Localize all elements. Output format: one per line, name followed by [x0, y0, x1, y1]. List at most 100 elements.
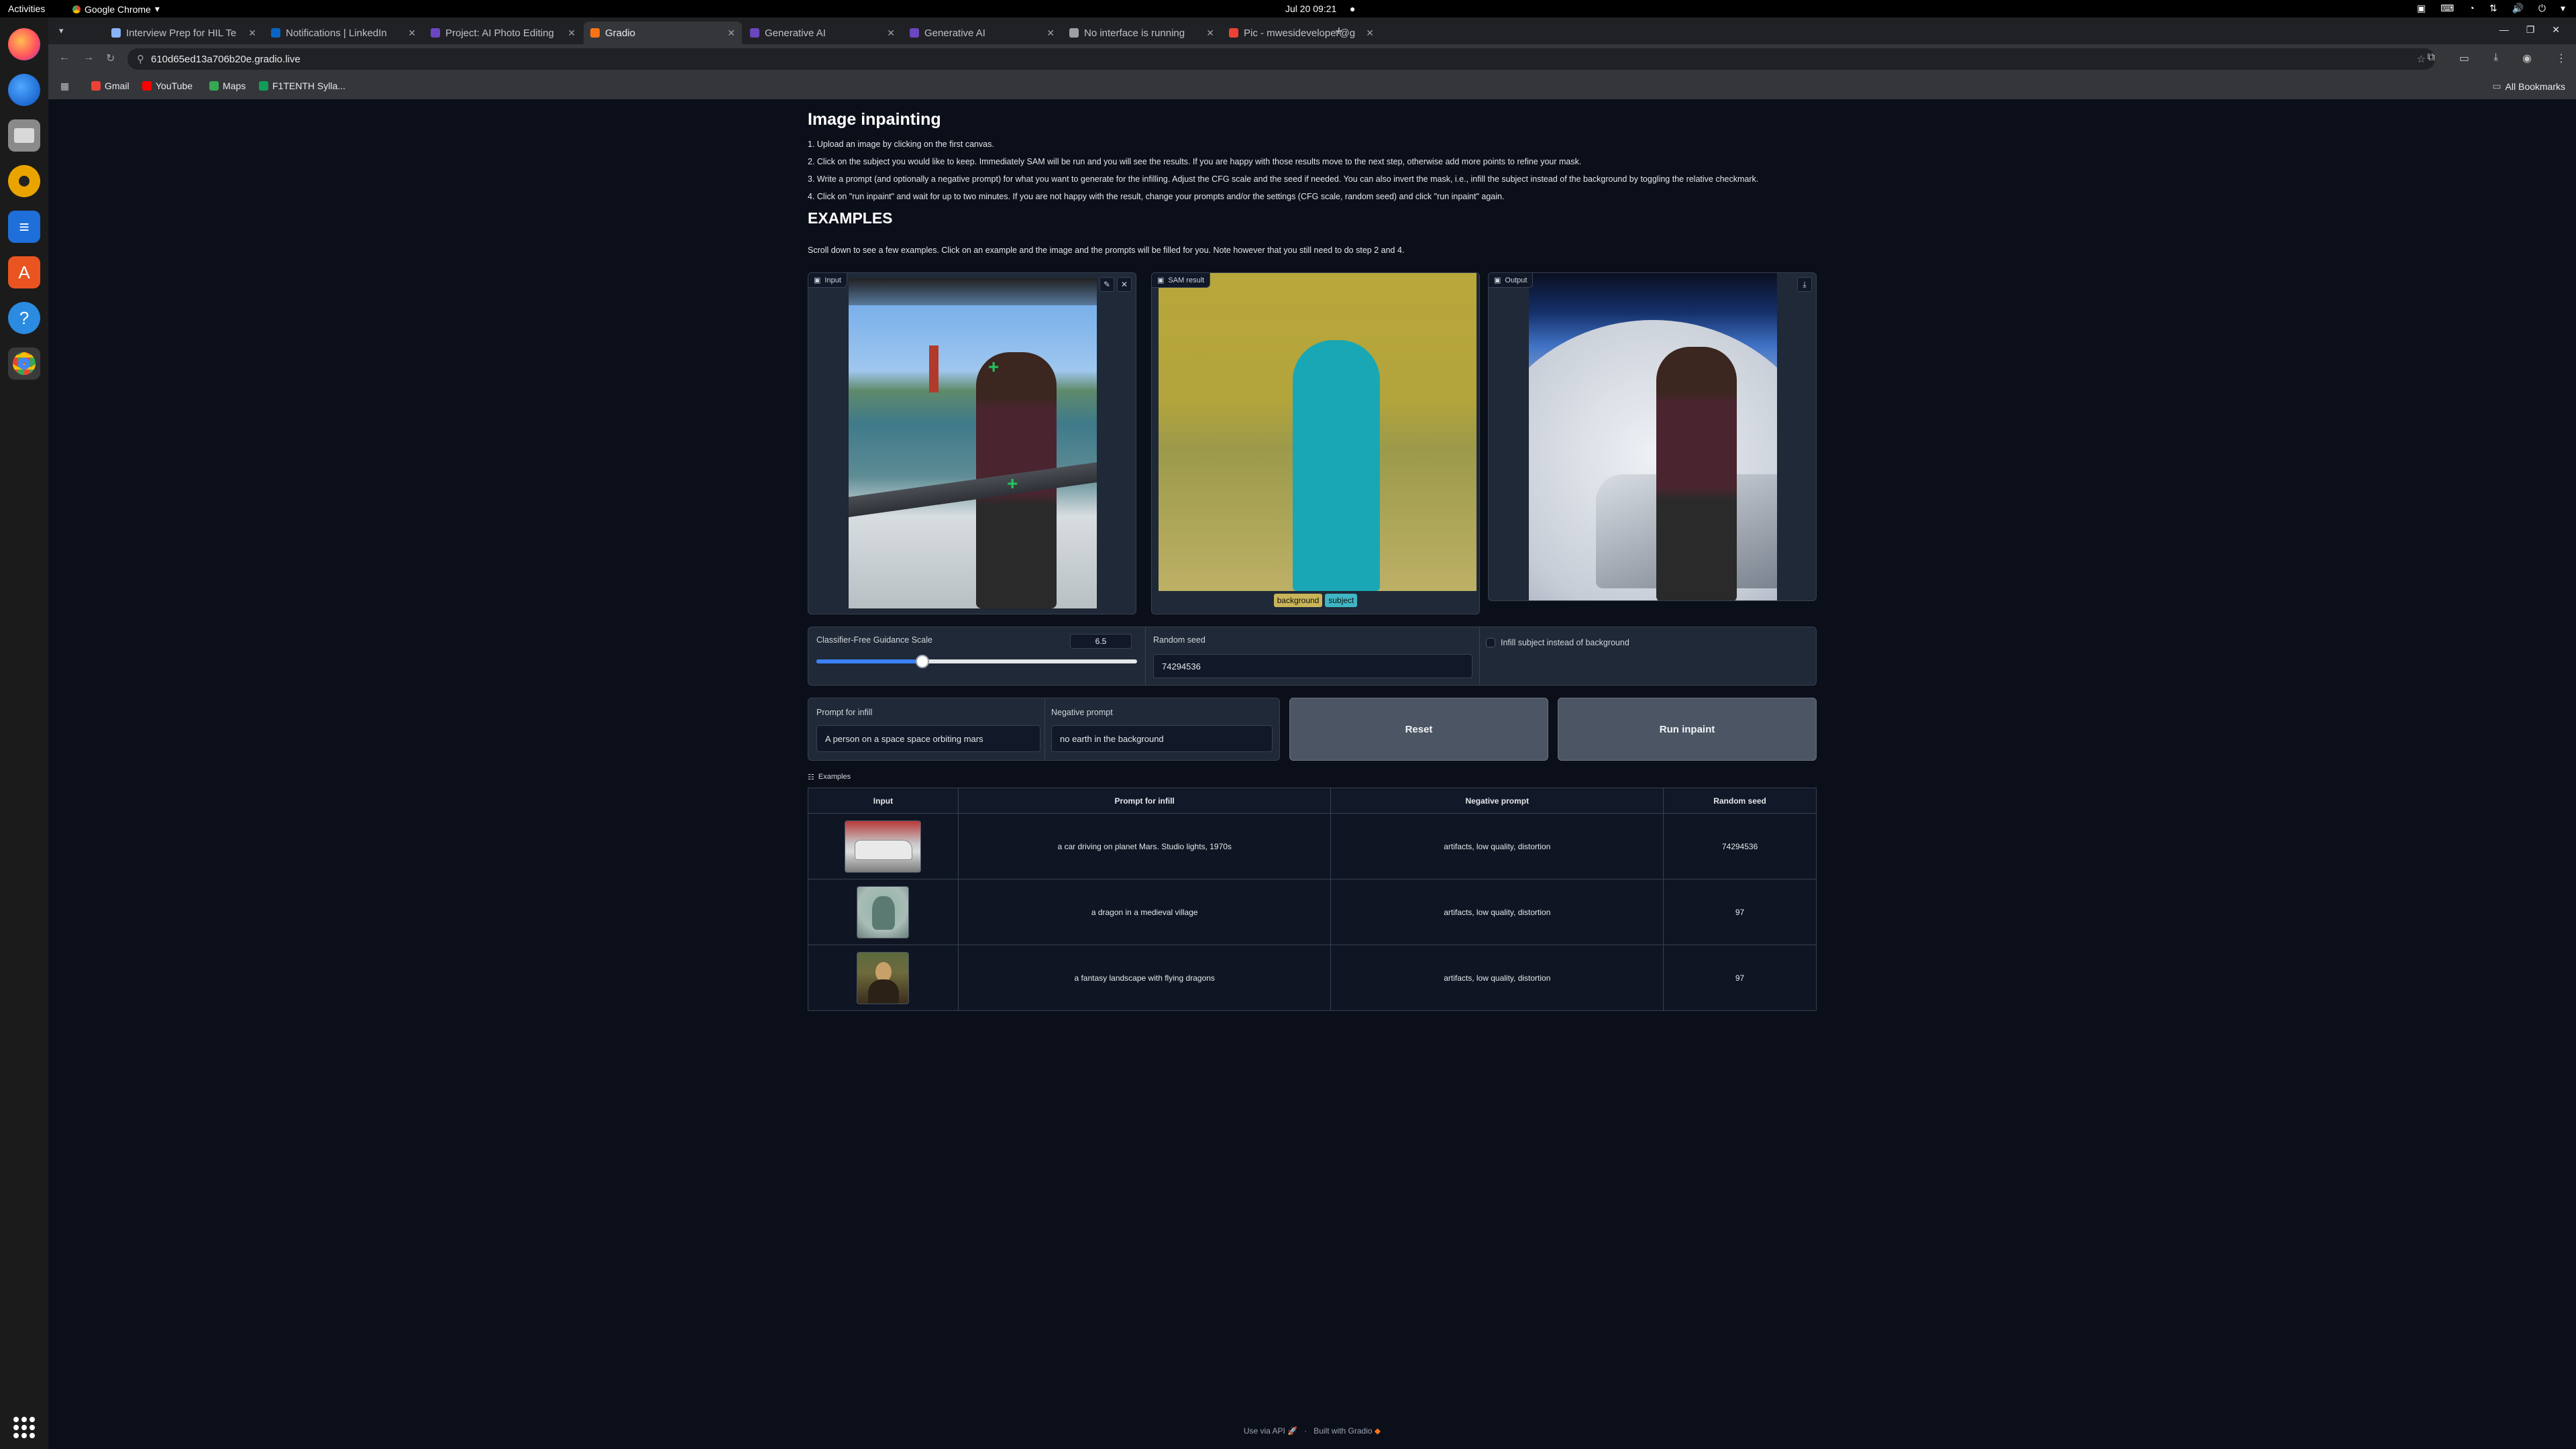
- close-tab-icon[interactable]: ✕: [1366, 28, 1374, 39]
- portrait-thumbnail[interactable]: [857, 951, 910, 1004]
- cast-icon[interactable]: ▭: [2459, 52, 2469, 65]
- browser-tab[interactable]: Pic - mwesideveloper@g ✕: [1222, 21, 1381, 44]
- window-controls: — ❐ ✕: [2500, 24, 2560, 36]
- close-tab-icon[interactable]: ✕: [1046, 28, 1055, 39]
- reload-icon[interactable]: ↻: [106, 52, 115, 65]
- wifi-icon[interactable]: ◔: [2469, 3, 2474, 14]
- firefox-icon[interactable]: [8, 28, 40, 60]
- browser-tab[interactable]: Generative AI ✕: [903, 21, 1061, 44]
- tab-search-icon[interactable]: ▾: [59, 25, 64, 36]
- maximize-icon[interactable]: ❐: [2526, 24, 2535, 36]
- thunderbird-icon[interactable]: [8, 74, 40, 106]
- extensions-icon[interactable]: ⧉: [2427, 52, 2434, 65]
- close-tab-icon[interactable]: ✕: [248, 28, 256, 39]
- close-tab-icon[interactable]: ✕: [727, 28, 735, 39]
- input-photo[interactable]: + +: [849, 278, 1097, 608]
- screen-share-icon[interactable]: ▣: [2417, 3, 2426, 14]
- browser-tab[interactable]: Notifications | LinkedIn ✕: [264, 21, 423, 44]
- close-tab-icon[interactable]: ✕: [408, 28, 416, 39]
- address-bar[interactable]: ⚲ 610d65ed13a706b20e.gradio.live ☆: [127, 48, 2435, 70]
- example-negative-cell[interactable]: artifacts, low quality, distortion: [1330, 879, 1664, 945]
- software-center-icon[interactable]: A: [8, 256, 40, 288]
- activities-button[interactable]: Activities: [8, 3, 45, 14]
- volume-icon[interactable]: 🔊: [2512, 3, 2523, 14]
- instruction-4: 4. Click on "run inpaint" and wait for u…: [808, 192, 1505, 201]
- table-row[interactable]: a car driving on planet Mars. Studio lig…: [808, 813, 1817, 879]
- browser-tab[interactable]: Gradio ✕: [584, 21, 742, 44]
- close-tab-icon[interactable]: ✕: [887, 28, 895, 39]
- new-tab-button[interactable]: +: [1335, 24, 1343, 40]
- writer-icon[interactable]: ≡: [8, 211, 40, 243]
- invert-mask-checkbox[interactable]: [1486, 638, 1495, 647]
- clock[interactable]: Jul 20 09:21: [1285, 3, 1336, 14]
- url-text[interactable]: 610d65ed13a706b20e.gradio.live: [151, 54, 301, 65]
- bookmark-gmail[interactable]: Gmail: [91, 80, 129, 91]
- rhythmbox-icon[interactable]: [8, 165, 40, 197]
- table-row[interactable]: a dragon in a medieval village artifacts…: [808, 879, 1817, 945]
- browser-tab[interactable]: Generative AI ✕: [743, 21, 902, 44]
- input-image-panel[interactable]: ▣ Input ✎ ✕ + +: [808, 272, 1136, 614]
- close-window-icon[interactable]: ✕: [2552, 24, 2560, 36]
- table-row[interactable]: a fantasy landscape with flying dragons …: [808, 945, 1817, 1011]
- sam-result-panel: ▣ SAM result background subject: [1151, 272, 1480, 614]
- cfg-slider-thumb[interactable]: [915, 655, 929, 668]
- negative-prompt-input[interactable]: no earth in the background: [1051, 725, 1273, 752]
- browser-tab[interactable]: Project: AI Photo Editing ✕: [424, 21, 582, 44]
- cfg-number-input[interactable]: 6.5: [1070, 634, 1132, 649]
- example-negative-cell[interactable]: artifacts, low quality, distortion: [1330, 945, 1664, 1011]
- built-with-gradio-link[interactable]: Built with Gradio ◆: [1313, 1426, 1381, 1436]
- browser-tab[interactable]: No interface is running ✕: [1063, 21, 1221, 44]
- network-icon[interactable]: ⇅: [2489, 3, 2498, 14]
- forward-icon[interactable]: →: [83, 52, 94, 64]
- dragon-thumbnail[interactable]: [857, 885, 910, 938]
- example-prompt-cell[interactable]: a dragon in a medieval village: [957, 879, 1332, 945]
- close-tab-icon[interactable]: ✕: [1206, 28, 1214, 39]
- help-icon[interactable]: ?: [8, 302, 40, 334]
- close-tab-icon[interactable]: ✕: [568, 28, 576, 39]
- bookmark-maps[interactable]: Maps: [209, 80, 246, 91]
- chrome-icon[interactable]: [8, 347, 40, 380]
- tab-title: Project: AI Photo Editing: [445, 27, 554, 39]
- site-info-icon[interactable]: ⚲: [137, 53, 144, 65]
- apps-icon[interactable]: ▦: [60, 80, 69, 92]
- all-bookmarks[interactable]: ▭ All Bookmarks: [2492, 80, 2565, 92]
- download-icon[interactable]: ⤓: [1797, 277, 1812, 292]
- example-seed-cell[interactable]: 97: [1663, 945, 1817, 1011]
- invert-mask-label[interactable]: Infill subject instead of background: [1501, 638, 1629, 647]
- seed-input[interactable]: 74294536: [1153, 654, 1472, 678]
- show-apps-icon[interactable]: [13, 1417, 35, 1438]
- app-menu[interactable]: Google Chrome ▾: [72, 3, 160, 15]
- browser-tab[interactable]: Interview Prep for HIL Te ✕: [105, 21, 263, 44]
- power-icon[interactable]: ⏻: [2538, 3, 2546, 14]
- reset-button[interactable]: Reset: [1289, 698, 1548, 761]
- example-input-cell[interactable]: [808, 813, 959, 879]
- example-prompt-cell[interactable]: a fantasy landscape with flying dragons: [957, 945, 1332, 1011]
- car-thumbnail[interactable]: [845, 820, 922, 873]
- example-seed-cell[interactable]: 74294536: [1663, 813, 1817, 879]
- example-prompt-cell[interactable]: a car driving on planet Mars. Studio lig…: [957, 813, 1332, 879]
- edit-icon[interactable]: ✎: [1099, 277, 1114, 292]
- output-label: ▣ Output: [1489, 273, 1534, 288]
- bookmark-youtube[interactable]: YouTube: [142, 80, 193, 91]
- keyboard-icon[interactable]: ⌨: [2440, 3, 2454, 14]
- prompt-input[interactable]: A person on a space space orbiting mars: [816, 725, 1040, 752]
- minimize-icon[interactable]: —: [2500, 24, 2509, 36]
- use-via-api-link[interactable]: Use via API 🚀: [1244, 1426, 1297, 1436]
- example-seed-cell[interactable]: 97: [1663, 879, 1817, 945]
- bookmark-star-icon[interactable]: ☆: [2417, 53, 2426, 65]
- chevron-down-icon[interactable]: ▾: [2561, 3, 2565, 14]
- example-negative-cell[interactable]: artifacts, low quality, distortion: [1330, 813, 1664, 879]
- example-input-cell[interactable]: [808, 945, 959, 1011]
- download-icon[interactable]: ⤓: [2493, 52, 2498, 65]
- back-icon[interactable]: ←: [59, 52, 70, 64]
- files-icon[interactable]: [8, 119, 40, 152]
- example-input-cell[interactable]: [808, 879, 959, 945]
- car-shape: [855, 839, 913, 860]
- clear-icon[interactable]: ✕: [1117, 277, 1132, 292]
- run-inpaint-button[interactable]: Run inpaint: [1558, 698, 1817, 761]
- system-tray[interactable]: ▣ ⌨ ◔ ⇅ 🔊 ⏻ ▾: [2417, 3, 2565, 14]
- menu-kebab-icon[interactable]: ⋮: [2556, 52, 2567, 65]
- profile-avatar-icon[interactable]: ◉: [2522, 52, 2532, 65]
- bookmark-f1tenth[interactable]: F1TENTH Sylla...: [259, 80, 345, 91]
- cfg-slider[interactable]: [816, 655, 1137, 668]
